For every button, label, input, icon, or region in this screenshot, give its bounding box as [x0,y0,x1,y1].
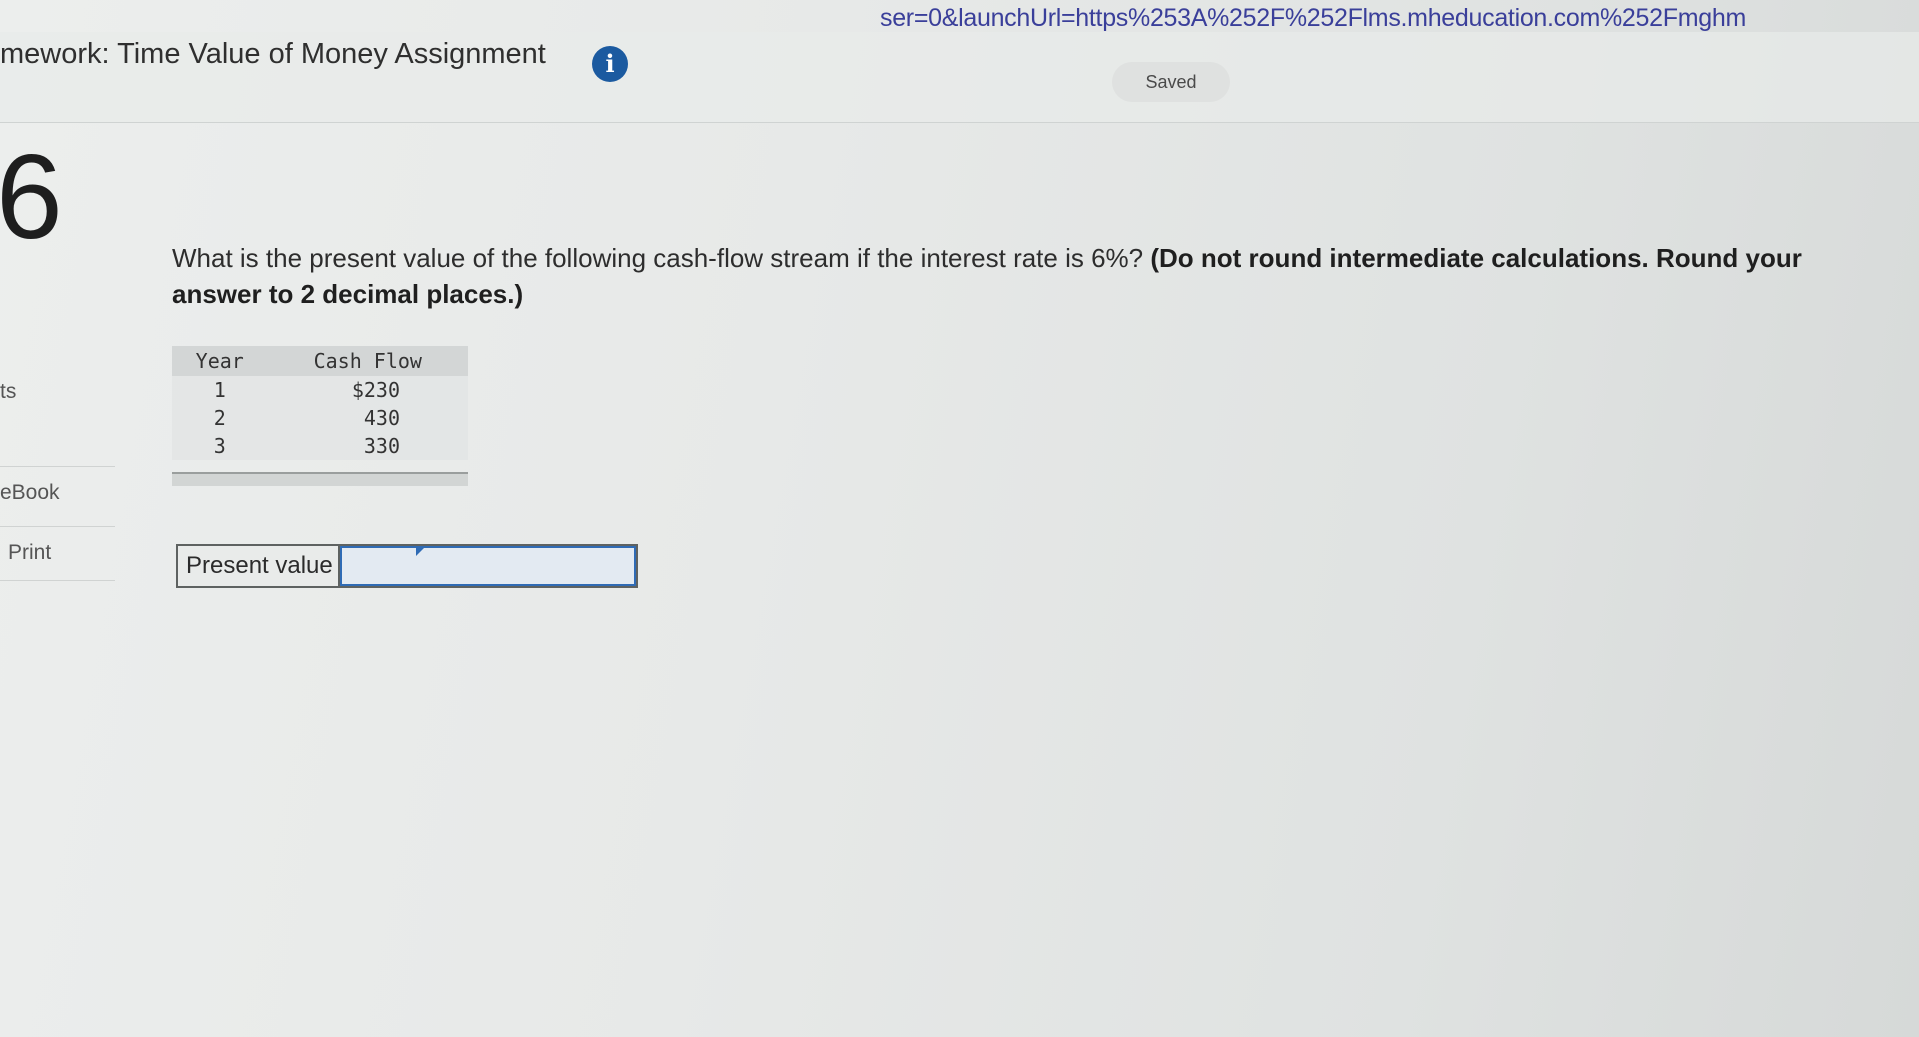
table-row: 1 $230 [172,376,468,404]
year-cell: 3 [172,432,268,460]
sidebar-divider [0,526,115,527]
table-row: 2 430 [172,404,468,432]
ebook-link[interactable]: eBook [0,481,60,505]
info-icon[interactable]: i [592,46,628,82]
table-row: 3 330 [172,432,468,460]
input-corner-marker [416,546,426,556]
question-number: 6 [0,130,63,264]
present-value-label: Present value [178,546,340,586]
cash-flow-cell: $230 [267,376,468,404]
assignment-title: mework: Time Value of Money Assignment [0,38,546,70]
question-text: What is the present value of the followi… [172,243,1144,273]
sidebar-item-hints[interactable]: ts [0,380,16,404]
cash-flow-table: Year Cash Flow 1 $230 2 430 3 330 [172,346,468,460]
year-cell: 1 [172,376,268,404]
sidebar-divider [0,580,115,581]
sidebar-divider [0,466,115,467]
cash-flow-cell: 430 [267,404,468,432]
print-link[interactable]: Print [8,541,51,565]
table-header-row: Year Cash Flow [172,346,468,376]
present-value-input[interactable] [340,546,636,586]
cash-flow-cell: 330 [267,432,468,460]
url-text: ser=0&launchUrl=https%253A%252F%252Flms.… [880,4,1746,32]
answer-row: Present value [176,544,638,588]
saved-status-badge: Saved [1112,62,1230,102]
year-cell: 2 [172,404,268,432]
table-footer-bar [172,472,468,486]
column-header-cash-flow: Cash Flow [267,346,468,376]
column-header-year: Year [172,346,268,376]
question-prompt: What is the present value of the followi… [172,240,1832,312]
